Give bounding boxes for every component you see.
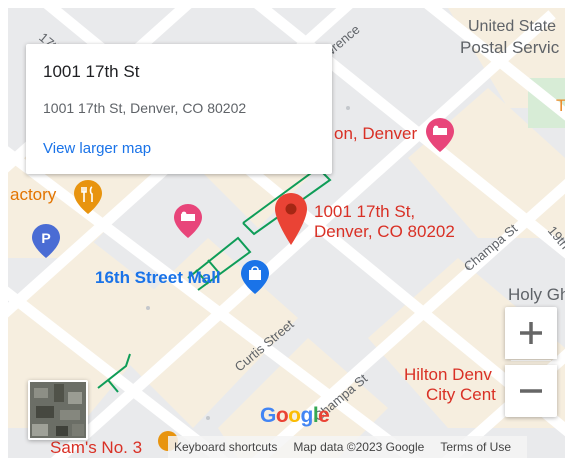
info-card-title: 1001 17th St <box>43 62 140 81</box>
zoom-divider <box>511 360 551 361</box>
postal-label-line1: United State <box>468 18 557 35</box>
marker-label-line2: Denver, CO 80202 <box>314 222 455 241</box>
marker-label-line1: 1001 17th St, <box>314 202 416 221</box>
svg-text:P: P <box>41 230 50 246</box>
zoom-in-button[interactable] <box>505 307 557 359</box>
plus-icon <box>520 322 542 344</box>
parking-icon[interactable]: P <box>32 224 60 263</box>
keyboard-shortcuts-link[interactable]: Keyboard shortcuts <box>174 440 277 454</box>
mall-label[interactable]: 16th Street Mall <box>95 268 221 288</box>
map-pin-icon[interactable] <box>275 193 307 250</box>
hotel-icon[interactable] <box>426 118 454 152</box>
minus-icon <box>520 389 542 393</box>
map-data-text: Map data ©2023 Google <box>293 440 425 454</box>
hilton-label-line1[interactable]: Hilton Denv <box>404 365 492 385</box>
hotel-icon-2[interactable] <box>174 204 202 243</box>
info-card-address: 1001 17th St, Denver, CO 80202 <box>43 100 247 116</box>
factory-label[interactable]: actory <box>10 185 56 205</box>
info-card: 1001 17th St 1001 17th St, Denver, CO 80… <box>26 44 332 174</box>
fork-knife-icon[interactable] <box>74 180 102 219</box>
sams-label[interactable]: Sam's No. 3 <box>50 438 142 458</box>
holy-label[interactable]: Holy Gh <box>508 285 565 305</box>
satellite-thumbnail[interactable] <box>28 380 88 440</box>
postal-label-line2: Postal Servic <box>460 38 560 57</box>
hotel-label[interactable]: on, Denver <box>334 124 417 144</box>
zoom-out-button[interactable] <box>505 365 557 417</box>
attribution-bar: Keyboard shortcuts Map data ©2023 Google… <box>168 436 528 458</box>
view-larger-map-link[interactable]: View larger map <box>43 140 151 157</box>
terms-of-use-link[interactable]: Terms of Use <box>440 440 511 454</box>
map-frame[interactable]: United State Postal Servic Th on, Denver… <box>8 8 565 458</box>
shopping-bag-icon[interactable] <box>241 260 269 299</box>
place-fragment-th: Th <box>556 96 565 115</box>
hilton-label-line2[interactable]: City Cent <box>426 385 496 405</box>
google-logo: Google <box>260 404 330 427</box>
